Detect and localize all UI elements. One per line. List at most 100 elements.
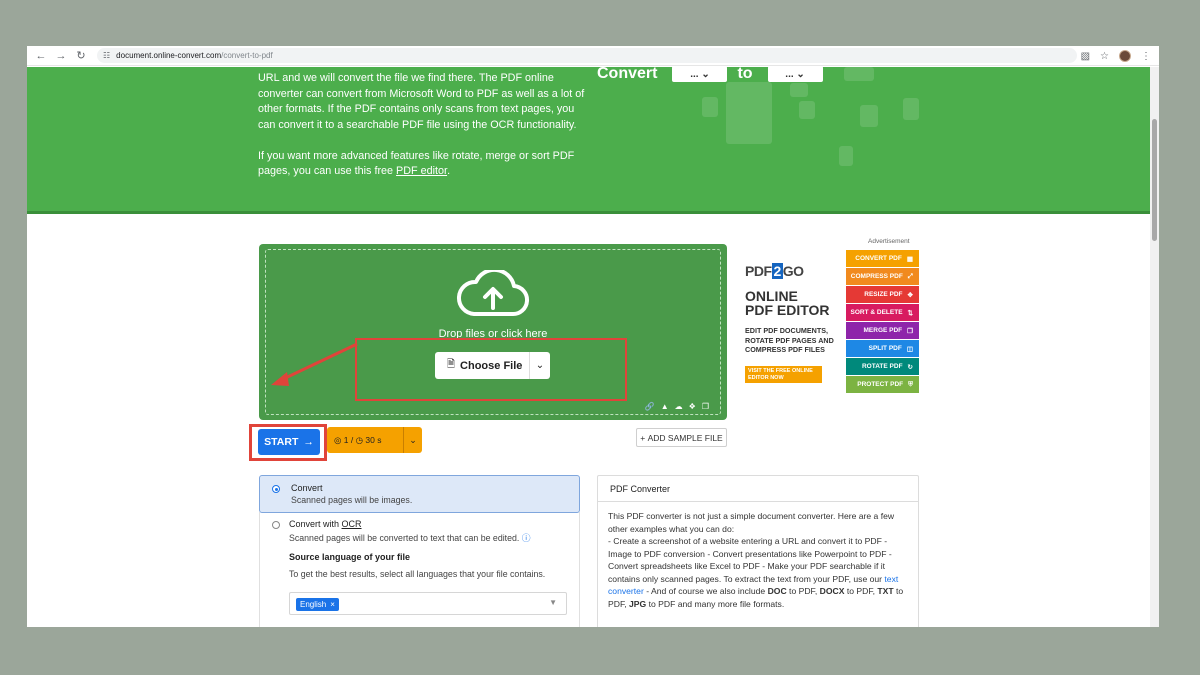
info-icon[interactable]: ⓘ [522, 533, 531, 543]
decorative-file-icon [790, 83, 808, 97]
logo-part-pdf: PDF [745, 263, 772, 279]
target-format-value: ... [785, 68, 794, 80]
ad-item-protect-pdf[interactable]: PROTECT PDF ⛨ [846, 376, 919, 393]
option-convert-desc: Scanned pages will be images. [291, 495, 413, 505]
ad-item-compress-pdf[interactable]: COMPRESS PDF ⤢ [846, 268, 919, 285]
shield-icon: ⛨ [908, 380, 913, 388]
translate-icon[interactable]: ▧ [1081, 51, 1090, 62]
arrow-right-icon: → [303, 436, 314, 448]
url-path: /convert-to-pdf [221, 51, 273, 60]
pdf2go-logo: PDF 2 GO [745, 263, 804, 279]
files-icon: ◎ [334, 434, 342, 445]
ocr-radio[interactable] [272, 521, 280, 529]
target-format-select[interactable]: ... ⌄ [767, 67, 823, 82]
start-button[interactable]: START → [258, 429, 320, 455]
chevron-down-icon[interactable]: ⌄ [404, 435, 422, 446]
decorative-file-icon [839, 146, 853, 166]
format-doc: DOC [767, 586, 787, 596]
ad-item-label: PROTECT PDF [857, 381, 904, 388]
language-tag-label: English [300, 600, 327, 609]
clipboard-icon[interactable]: ❐ [702, 402, 709, 411]
url-host: document.online-convert.com [116, 51, 222, 60]
info-text-intro: This PDF converter is not just a simple … [608, 511, 895, 534]
add-sample-label: ADD SAMPLE FILE [647, 432, 723, 443]
hero-section: URL and we will convert the file we find… [27, 67, 1150, 214]
info-text-formats: - And of course we also include [643, 586, 768, 596]
pdf-editor-link[interactable]: PDF editor [396, 165, 447, 177]
cloud-upload-icon [457, 270, 530, 317]
info-text-formats-4: to PDF and many more file formats. [646, 598, 785, 609]
option-ocr-desc: Scanned pages will be converted to text … [289, 531, 531, 544]
upload-source-icons: 🔗 ▲ ☁ ❖ ❐ [645, 402, 709, 411]
google-drive-icon[interactable]: ▲ [661, 402, 669, 411]
language-tag[interactable]: English × [296, 598, 339, 611]
limits-indicator[interactable]: ◎ 1 / ◷ 30 s ⌄ [327, 427, 422, 453]
start-label: START [264, 436, 299, 448]
source-language-select[interactable]: English × ▼ [289, 592, 567, 615]
profile-avatar[interactable] [1119, 50, 1131, 62]
dropbox-icon[interactable]: ❖ [689, 402, 696, 411]
option-convert-ocr[interactable]: Convert with OCR Scanned pages will be c… [259, 512, 580, 627]
pdf-converter-info-panel: PDF Converter This PDF converter is not … [597, 475, 919, 627]
source-language-hint: To get the best results, select all lang… [289, 569, 546, 579]
reload-icon[interactable]: ↻ [71, 46, 91, 66]
convert-radio[interactable] [272, 485, 280, 493]
hero-description: URL and we will convert the file we find… [258, 71, 588, 195]
split-icon: ◫ [906, 345, 913, 353]
clock-icon: ◷ [355, 434, 364, 445]
time-limit: 30 s [365, 435, 382, 445]
url-link-icon[interactable]: 🔗 [645, 402, 655, 411]
ad-item-label: CONVERT PDF [855, 255, 902, 262]
logo-part-go: GO [782, 263, 804, 279]
caret-down-icon[interactable]: ▼ [549, 598, 557, 607]
menu-dots-icon[interactable]: ⋮ [1141, 51, 1151, 62]
ad-item-sort-delete[interactable]: SORT & DELETE ⇅ [846, 304, 919, 321]
ad-item-split-pdf[interactable]: SPLIT PDF ◫ [846, 340, 919, 357]
bookmark-star-icon[interactable]: ☆ [1100, 51, 1109, 62]
remove-tag-icon[interactable]: × [330, 600, 335, 609]
address-bar[interactable]: ☷ document.online-convert.com/convert-to… [97, 48, 1077, 63]
option-convert[interactable]: Convert Scanned pages will be images. [259, 475, 580, 513]
annotation-arrow-icon [271, 342, 358, 386]
info-panel-body: This PDF converter is not just a simple … [598, 502, 918, 610]
decorative-file-icon [726, 82, 772, 144]
compress-icon: ⤢ [907, 272, 913, 280]
ad-headline: ONLINE PDF EDITOR [745, 289, 830, 317]
ad-item-label: SORT & DELETE [850, 309, 903, 316]
site-info-icon[interactable]: ☷ [103, 51, 110, 60]
browser-window: ← → ↻ ☷ document.online-convert.com/conv… [27, 46, 1159, 627]
ocr-abbreviation: OCR [341, 519, 362, 529]
back-icon[interactable]: ← [31, 46, 51, 66]
option-ocr-title-text: Convert with [289, 519, 342, 529]
page-scrollbar[interactable] [1150, 67, 1159, 627]
ad-item-label: COMPRESS PDF [850, 273, 903, 280]
onedrive-icon[interactable]: ☁ [675, 402, 683, 411]
info-text-examples: - Create a screenshot of a website enter… [608, 536, 892, 584]
hero-convert-selector: Convert ... ⌄ to ... ⌄ [597, 67, 823, 83]
sort-icon: ⇅ [907, 309, 913, 317]
hero-to-label: to [737, 67, 753, 82]
source-language-title: Source language of your file [289, 552, 411, 562]
ad-item-resize-pdf[interactable]: RESIZE PDF ✥ [846, 286, 919, 303]
add-sample-file-button[interactable]: + ADD SAMPLE FILE [636, 428, 727, 447]
rotate-icon: ↻ [907, 363, 913, 371]
ad-item-rotate-pdf[interactable]: ROTATE PDF ↻ [846, 358, 919, 375]
source-format-select[interactable]: ... ⌄ [672, 67, 728, 82]
option-convert-title: Convert [291, 483, 323, 493]
info-panel-title: PDF Converter [598, 476, 918, 502]
ad-item-convert-pdf[interactable]: CONVERT PDF ▦ [846, 250, 919, 267]
hero-convert-label: Convert [597, 67, 658, 82]
chevron-down-icon: ⌄ [796, 68, 805, 80]
hero-paragraph-1: URL and we will convert the file we find… [258, 72, 585, 131]
ad-item-merge-pdf[interactable]: MERGE PDF ❐ [846, 322, 919, 339]
logo-part-2: 2 [771, 263, 783, 279]
ad-item-label: MERGE PDF [863, 327, 903, 334]
scrollbar-thumb[interactable] [1152, 119, 1157, 241]
ad-item-label: ROTATE PDF [861, 363, 903, 370]
hero-bottom-border [27, 211, 1150, 214]
info-text-formats-1: to PDF, [786, 586, 820, 596]
ad-cta-button[interactable]: VISIT THE FREE ONLINE EDITOR NOW [745, 366, 822, 383]
pdf2go-advertisement[interactable]: PDF 2 GO ONLINE PDF EDITOR EDIT PDF DOCUMEN… [742, 249, 919, 396]
advertisement-label: Advertisement [868, 238, 910, 245]
forward-icon[interactable]: → [51, 46, 71, 66]
